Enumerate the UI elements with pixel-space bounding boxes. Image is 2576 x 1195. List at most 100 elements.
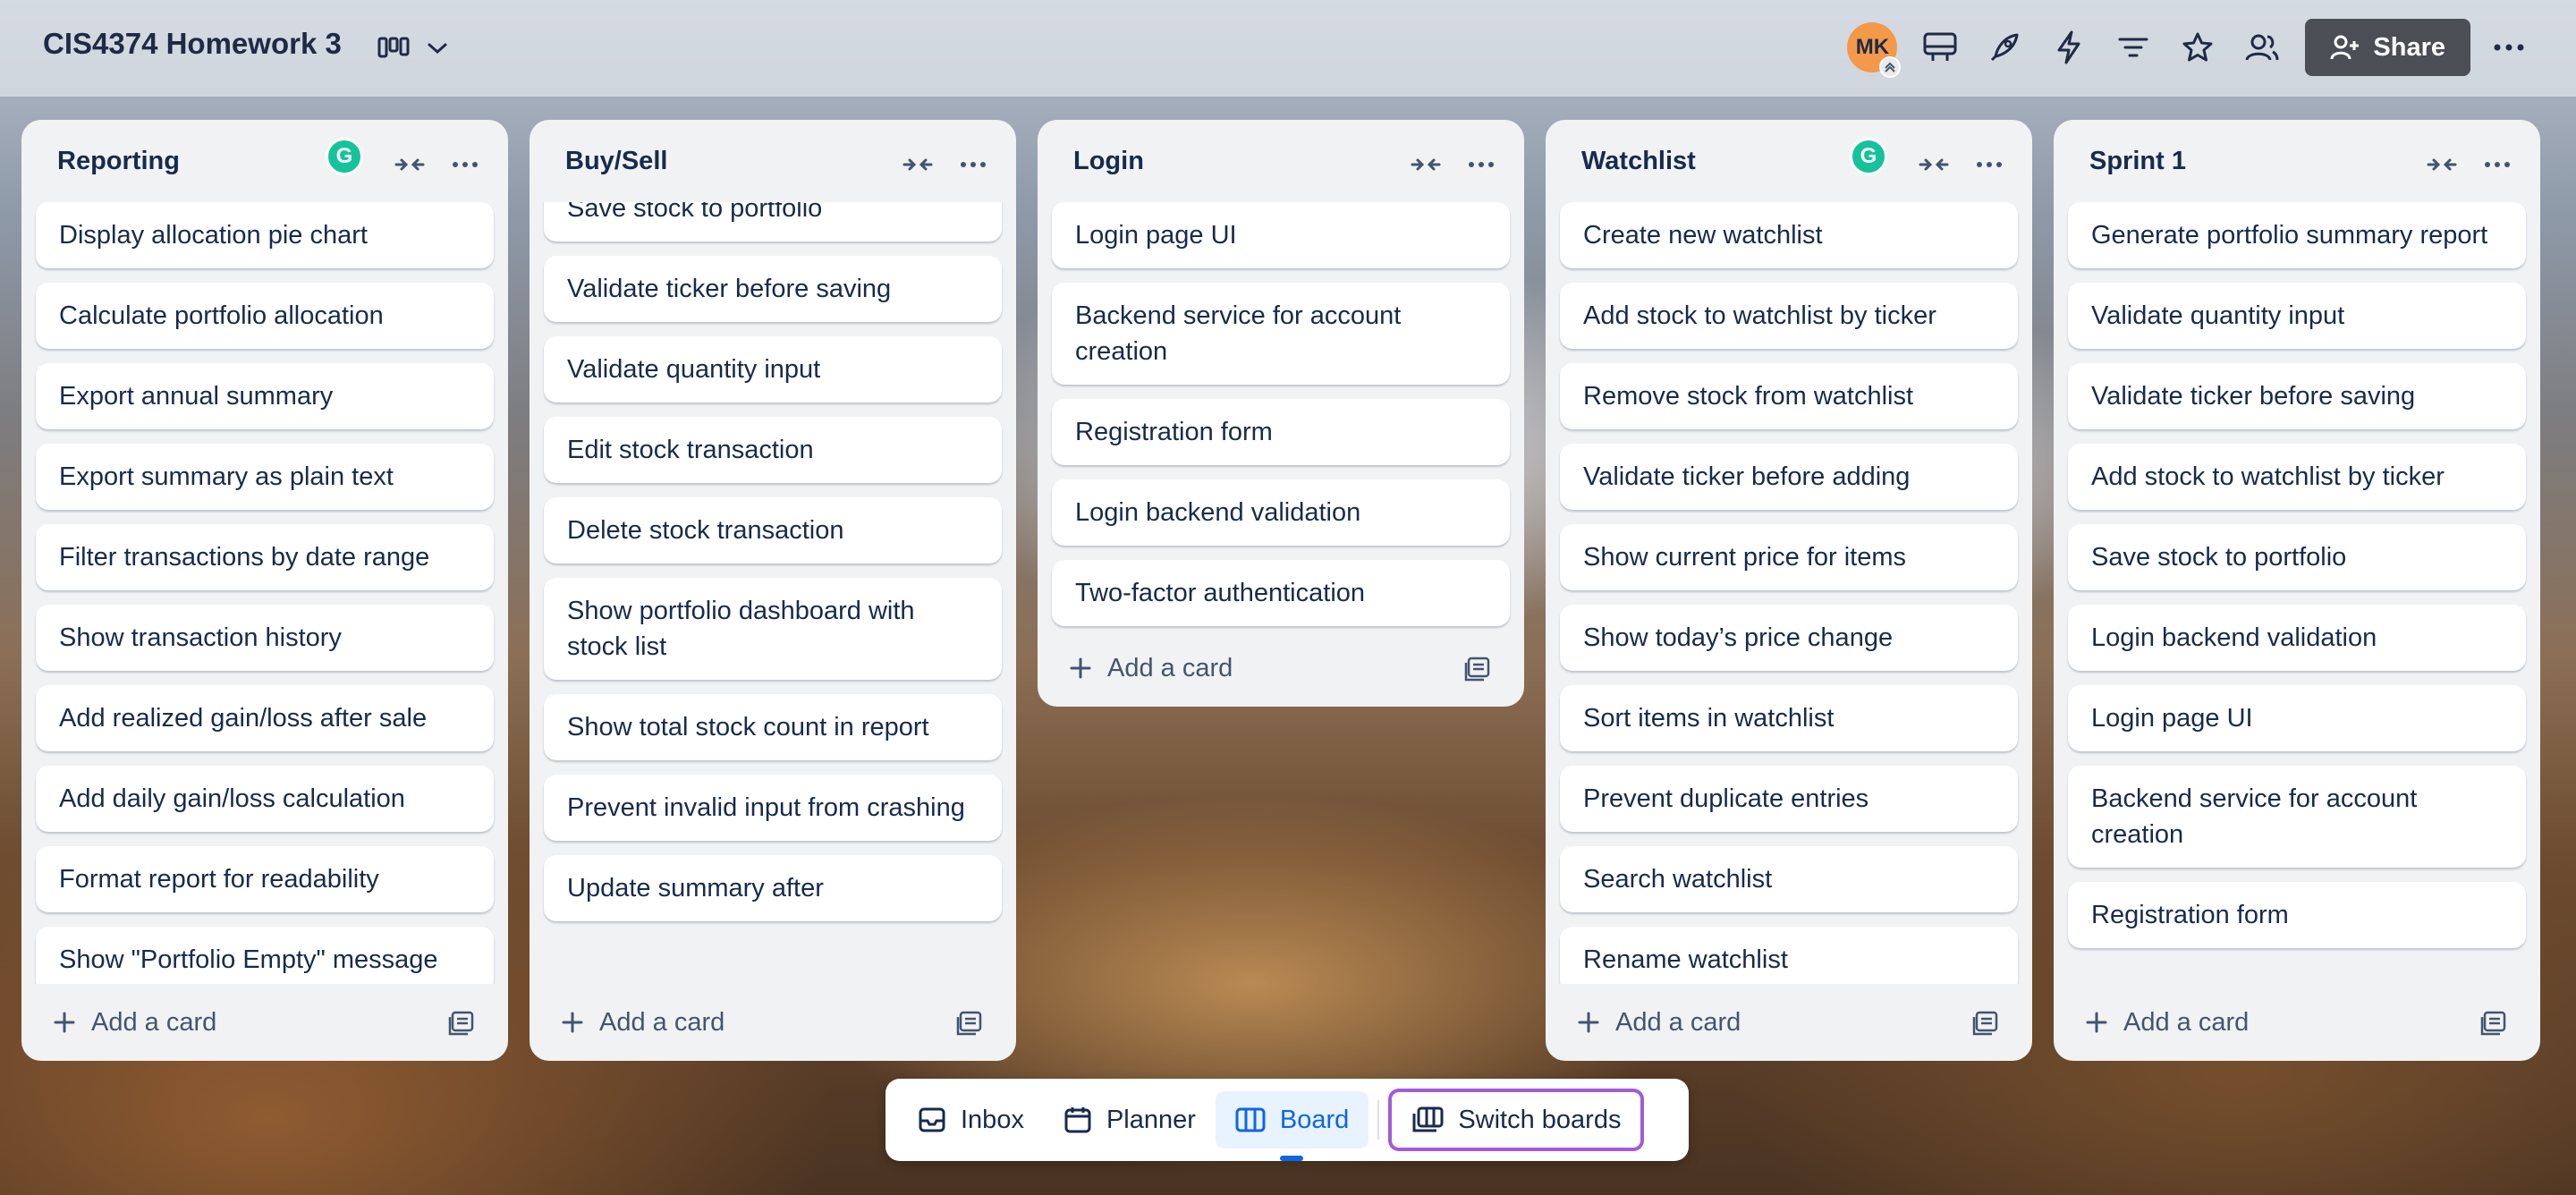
card[interactable]: Add daily gain/loss calculation <box>36 766 494 832</box>
add-card-button[interactable]: Add a card <box>54 1002 216 1043</box>
add-card-button[interactable]: Add a card <box>1578 1002 1741 1043</box>
grammarly-icon[interactable]: G <box>1850 138 1887 175</box>
add-card-button[interactable]: Add a card <box>562 1002 724 1043</box>
card[interactable]: Export summary as plain text <box>36 444 494 510</box>
switch-boards-button[interactable]: Switch boards <box>1388 1089 1645 1151</box>
list-watchlist[interactable]: Watchlist G Create new watchlist Add stock … <box>1546 120 2032 1061</box>
list-reporting[interactable]: Reporting G Display allocation pie chart Ca… <box>21 120 508 1061</box>
card[interactable]: Registration form <box>2068 882 2526 948</box>
power-ups-icon[interactable] <box>1908 18 1972 77</box>
collapse-list-icon[interactable] <box>900 147 936 182</box>
list-title[interactable]: Watchlist <box>1581 147 1696 176</box>
card[interactable]: Remove stock from watchlist <box>1560 363 2018 429</box>
plus-icon <box>1070 657 1091 679</box>
list-footer: Add a card <box>1546 984 2032 1061</box>
card[interactable]: Add stock to watchlist by ticker <box>2068 444 2526 510</box>
card[interactable]: Rename watchlist <box>1560 927 2018 984</box>
create-from-template-icon[interactable] <box>1968 1005 2004 1041</box>
list-buy-sell[interactable]: Buy/Sell Save stock to portfolio Validate … <box>530 120 1016 1061</box>
inbox-icon <box>918 1106 946 1133</box>
board-view-switcher[interactable] <box>377 27 449 70</box>
card[interactable]: Validate quantity input <box>2068 283 2526 349</box>
card[interactable]: Save stock to portfolio <box>544 202 1002 242</box>
list-actions-icon[interactable] <box>955 147 991 182</box>
add-card-button[interactable]: Add a card <box>2086 1002 2249 1043</box>
avatar[interactable]: MK <box>1847 22 1902 78</box>
share-button[interactable]: Share <box>2305 19 2470 76</box>
board-title[interactable]: CIS4374 Homework 3 <box>43 27 342 61</box>
board-icon <box>1235 1106 1266 1133</box>
card[interactable]: Search watchlist <box>1560 846 2018 912</box>
card[interactable]: Add stock to watchlist by ticker <box>1560 283 2018 349</box>
card[interactable]: Update summary after <box>544 855 1002 921</box>
list-title[interactable]: Login <box>1073 147 1144 176</box>
card[interactable]: Display allocation pie chart <box>36 202 494 268</box>
card[interactable]: Show portfolio dashboard with stock list <box>544 578 1002 680</box>
card[interactable]: Format report for readability <box>36 846 494 912</box>
card[interactable]: Edit stock transaction <box>544 417 1002 483</box>
visibility-team-icon[interactable] <box>2230 18 2294 77</box>
collapse-list-icon[interactable] <box>2424 147 2460 182</box>
card[interactable]: Show today’s price change <box>1560 605 2018 671</box>
card[interactable]: Login page UI <box>2068 685 2526 751</box>
add-card-button[interactable]: Add a card <box>1070 648 1233 689</box>
card[interactable]: Save stock to portfolio <box>2068 524 2526 590</box>
card[interactable]: Generate portfolio summary report <box>2068 202 2526 268</box>
calendar-icon <box>1063 1106 1092 1134</box>
card[interactable]: Login backend validation <box>1052 479 1510 546</box>
list-login[interactable]: Login Login page UI Backend service for ac… <box>1038 120 1524 707</box>
list-footer: Add a card <box>530 984 1016 1061</box>
card[interactable]: Show total stock count in report <box>544 694 1002 760</box>
list-actions-icon[interactable] <box>2479 147 2515 182</box>
list-header: Watchlist G <box>1546 120 2032 202</box>
card[interactable]: Two-factor authentication <box>1052 560 1510 626</box>
list-sprint-1[interactable]: Sprint 1 Generate portfolio summary repor… <box>2054 120 2540 1061</box>
card[interactable]: Show transaction history <box>36 605 494 671</box>
grammarly-icon[interactable]: G <box>326 138 363 175</box>
list-title[interactable]: Buy/Sell <box>565 147 667 176</box>
list-title[interactable]: Sprint 1 <box>2089 147 2186 176</box>
list-title[interactable]: Reporting <box>57 147 180 176</box>
card[interactable]: Registration form <box>1052 399 1510 465</box>
card[interactable]: Prevent invalid input from crashing <box>544 775 1002 841</box>
card[interactable]: Filter transactions by date range <box>36 524 494 590</box>
card[interactable]: Sort items in watchlist <box>1560 685 2018 751</box>
create-from-template-icon[interactable] <box>1460 651 1496 687</box>
nav-inbox[interactable]: Inbox <box>898 1091 1044 1148</box>
nav-planner[interactable]: Planner <box>1044 1091 1216 1148</box>
star-icon[interactable] <box>2165 18 2230 77</box>
card[interactable]: Add realized gain/loss after sale <box>36 685 494 751</box>
add-card-label: Add a card <box>1615 1007 1741 1037</box>
list-actions-icon[interactable] <box>1463 147 1499 182</box>
card[interactable]: Login backend validation <box>2068 605 2526 671</box>
card[interactable]: Backend service for account creation <box>2068 766 2526 868</box>
collapse-list-icon[interactable] <box>392 147 428 182</box>
create-from-template-icon[interactable] <box>444 1005 479 1041</box>
rocket-icon[interactable] <box>1972 18 2037 77</box>
card[interactable]: Show current price for items <box>1560 524 2018 590</box>
card[interactable]: Prevent duplicate entries <box>1560 766 2018 832</box>
card[interactable]: Calculate portfolio allocation <box>36 283 494 349</box>
card[interactable]: Delete stock transaction <box>544 497 1002 564</box>
card[interactable]: Show "Portfolio Empty" message <box>36 927 494 984</box>
create-from-template-icon[interactable] <box>2476 1005 2512 1041</box>
card[interactable]: Validate ticker before adding <box>1560 444 2018 510</box>
collapse-list-icon[interactable] <box>1916 147 1952 182</box>
nav-board[interactable]: Board <box>1215 1091 1369 1161</box>
card[interactable]: Login page UI <box>1052 202 1510 268</box>
filter-icon[interactable] <box>2101 18 2165 77</box>
card[interactable]: Validate ticker before saving <box>544 256 1002 322</box>
automation-bolt-icon[interactable] <box>2037 18 2101 77</box>
nav-board-label: Board <box>1279 1105 1350 1134</box>
card[interactable]: Backend service for account creation <box>1052 283 1510 385</box>
card[interactable]: Validate quantity input <box>544 336 1002 403</box>
card[interactable]: Export annual summary <box>36 363 494 429</box>
card[interactable]: Create new watchlist <box>1560 202 2018 268</box>
list-actions-icon[interactable] <box>447 147 483 182</box>
board-menu-icon[interactable] <box>2478 43 2540 52</box>
nav-divider <box>1377 1100 1380 1140</box>
collapse-list-icon[interactable] <box>1408 147 1444 182</box>
create-from-template-icon[interactable] <box>952 1005 987 1041</box>
card[interactable]: Validate ticker before saving <box>2068 363 2526 429</box>
list-actions-icon[interactable] <box>1971 147 2007 182</box>
